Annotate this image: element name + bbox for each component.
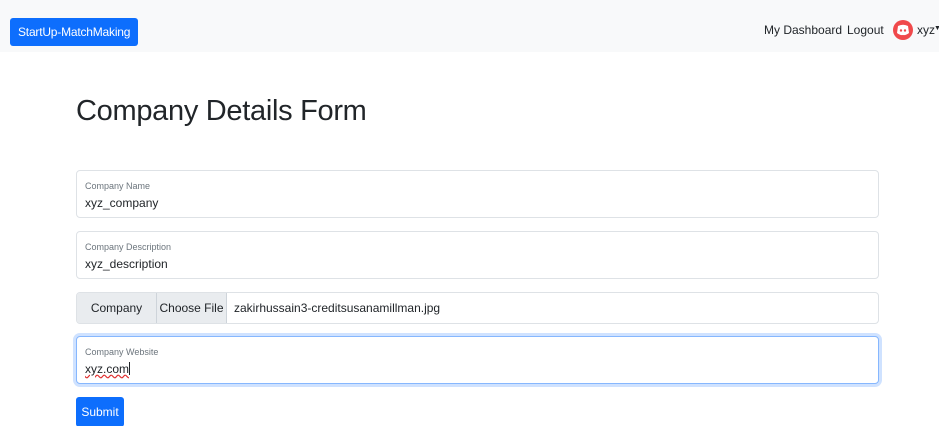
- company-name-field[interactable]: Company Name xyz_company: [76, 170, 879, 218]
- company-website-field[interactable]: Company Website xyz.com: [76, 336, 879, 384]
- selected-file-name: zakirhussain3-creditsusanamillman.jpg: [234, 301, 441, 315]
- company-logo-group: Company Logo Choose File zakirhussain3-c…: [76, 292, 879, 324]
- company-name-label: Company Name: [85, 181, 151, 191]
- company-logo-file-input[interactable]: Choose File zakirhussain3-creditsusanami…: [157, 293, 440, 323]
- company-description-input[interactable]: xyz_description: [85, 257, 168, 272]
- nav-logout[interactable]: Logout: [847, 22, 884, 38]
- company-logo-label: Company Logo: [77, 293, 157, 323]
- submit-button[interactable]: Submit: [76, 397, 124, 426]
- company-description-field[interactable]: Company Description xyz_description: [76, 231, 879, 279]
- chevron-down-icon[interactable]: ▼: [934, 24, 939, 34]
- page-title: Company Details Form: [76, 95, 367, 127]
- navbar: StartUp-MatchMaking My Dashboard Logout …: [0, 0, 939, 52]
- text-cursor: [129, 362, 131, 375]
- user-menu-name[interactable]: xyz: [917, 22, 935, 38]
- choose-file-button[interactable]: Choose File: [157, 293, 227, 323]
- company-website-label: Company Website: [85, 347, 159, 357]
- company-website-input[interactable]: xyz.com: [85, 362, 131, 377]
- company-name-input[interactable]: xyz_company: [85, 196, 158, 211]
- discord-icon[interactable]: [893, 20, 913, 40]
- company-description-label: Company Description: [85, 242, 172, 252]
- nav-my-dashboard[interactable]: My Dashboard: [764, 22, 842, 38]
- brand-link[interactable]: StartUp-MatchMaking: [10, 18, 139, 46]
- company-website-value: xyz.com: [85, 362, 130, 376]
